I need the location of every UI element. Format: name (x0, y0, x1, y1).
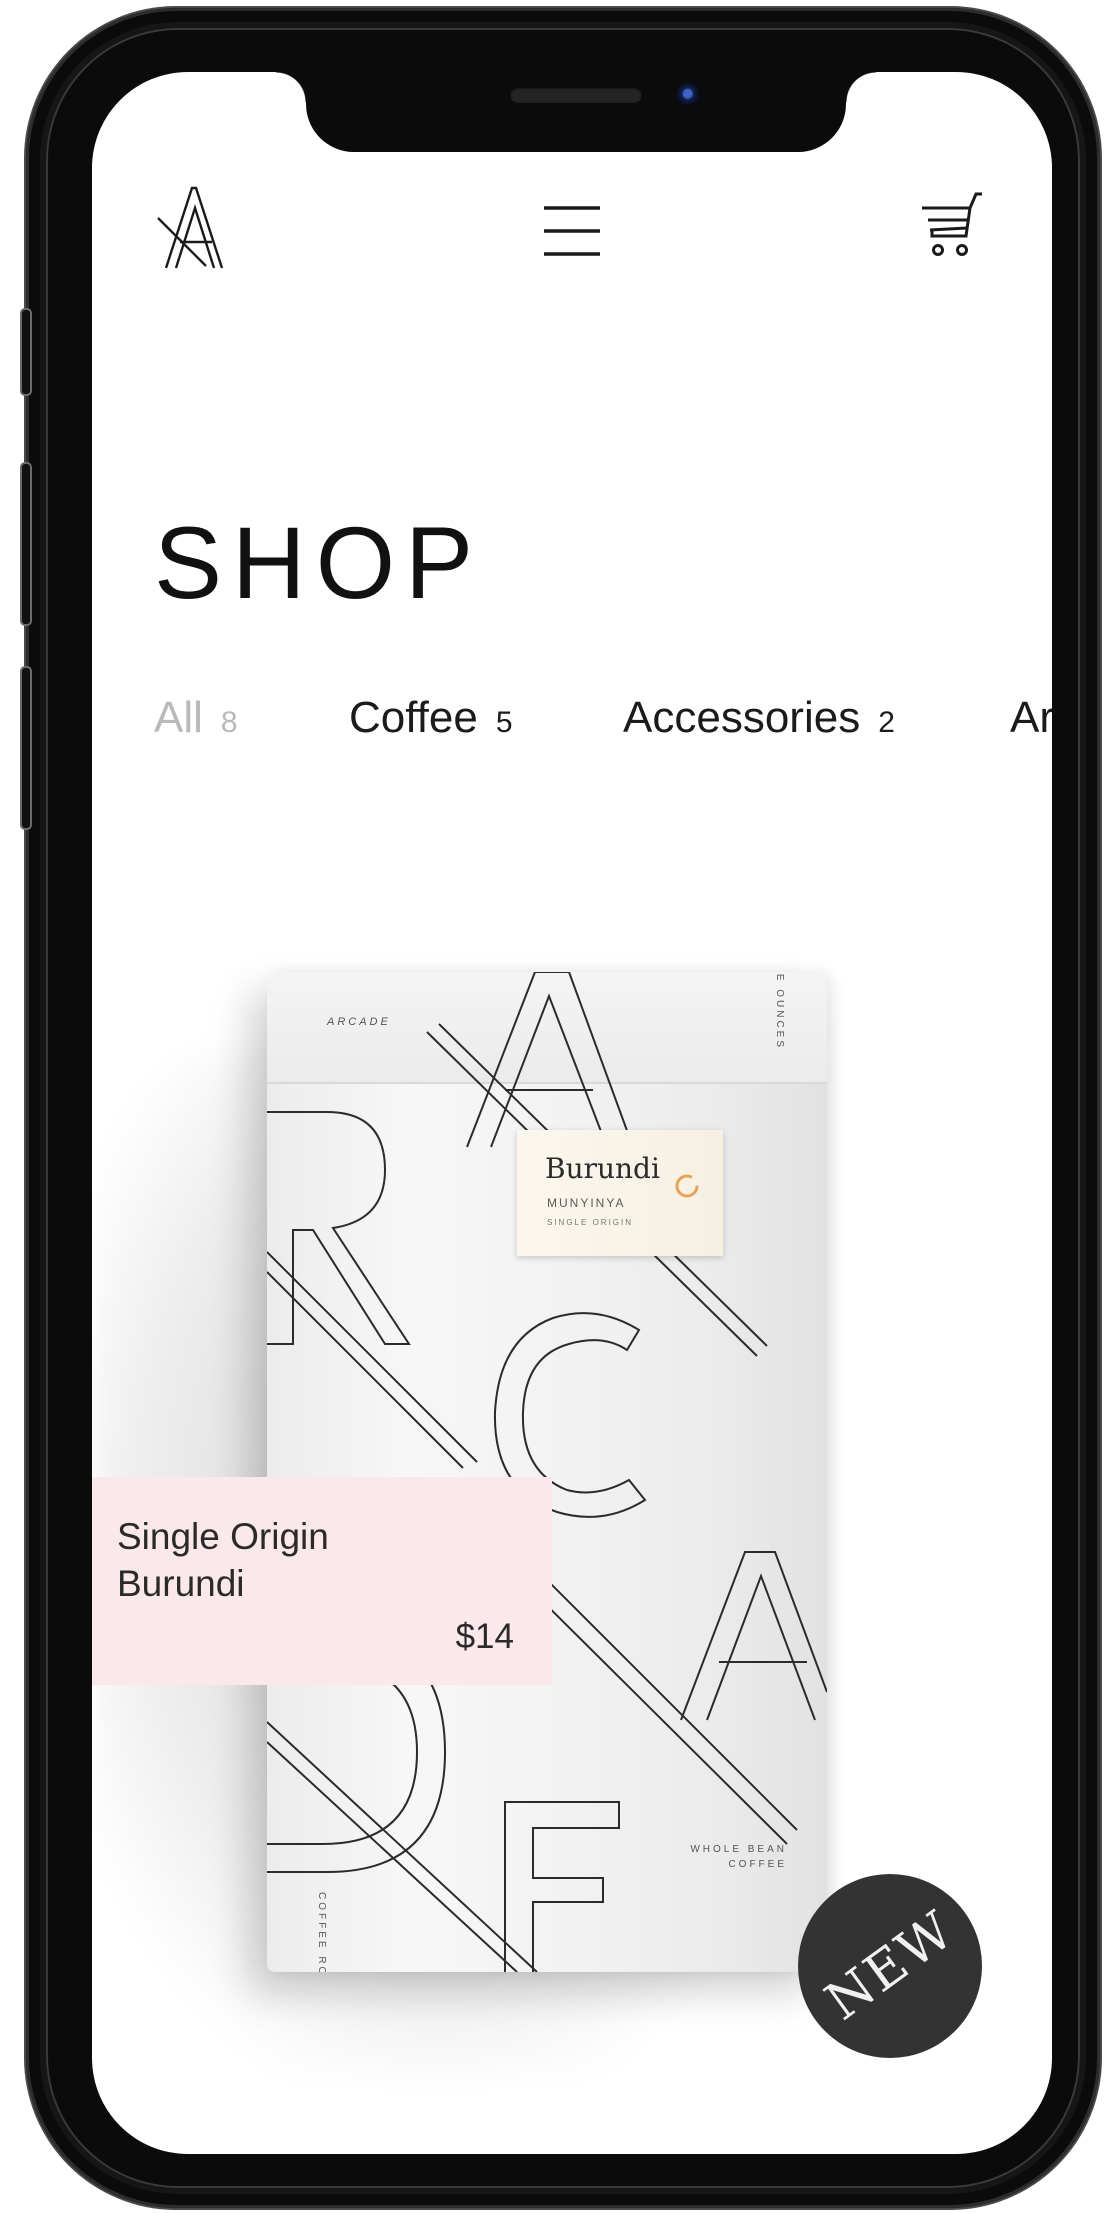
tab-count: 8 (220, 706, 238, 739)
tab-accessories[interactable]: Accessories 2 (623, 696, 895, 740)
product-price: $14 (455, 1617, 514, 1656)
tab-count: 5 (495, 706, 513, 739)
tab-coffee[interactable]: Coffee 5 (349, 696, 513, 740)
page-title: SHOP (154, 506, 484, 620)
tab-label: Coffee (349, 693, 478, 742)
app-screen: SHOP All 8 Coffee 5 Accessories 2 Ar ARC… (92, 72, 1052, 2154)
shopping-cart-icon[interactable] (920, 190, 984, 260)
new-badge-label: NEW (814, 1899, 966, 2033)
coffee-bag-image: ARCADE TWELVE OUNCES COFFEE ROASTERS WHO… (267, 972, 827, 1972)
tab-label: All (154, 693, 203, 742)
category-tabs: All 8 Coffee 5 Accessories 2 Ar (154, 696, 1052, 756)
product-name-line1: Single Origin (117, 1516, 329, 1557)
bag-whole-bean-line: WHOLE BEAN (690, 1844, 787, 1855)
product-name-line2: Burundi (117, 1563, 245, 1604)
bag-roasters-text: COFFEE ROASTERS (316, 1892, 327, 1972)
arcade-logo-icon[interactable] (154, 180, 234, 272)
label-ring-icon (675, 1174, 699, 1198)
bag-label-origin: MUNYINYA (547, 1196, 626, 1210)
bag-weight-text: TWELVE OUNCES (774, 972, 785, 1050)
bag-origin-label: Burundi MUNYINYA SINGLE ORIGIN (517, 1130, 723, 1256)
mute-switch (20, 308, 32, 396)
tab-partial-next[interactable]: Ar (1010, 696, 1052, 740)
tab-all[interactable]: All 8 (154, 696, 238, 740)
new-badge: NEW (798, 1874, 982, 2058)
tab-label: Accessories (623, 693, 861, 742)
volume-down-button (20, 666, 32, 830)
hamburger-menu-icon[interactable] (540, 200, 604, 262)
tab-count: 2 (878, 706, 895, 739)
speaker-grille (510, 87, 642, 103)
bag-label-name: Burundi (545, 1152, 660, 1185)
bag-whole-bean-text: WHOLE BEAN COFFEE (690, 1842, 787, 1872)
tab-label: Ar (1010, 693, 1052, 742)
device-notch (276, 72, 876, 152)
bag-letter-art (267, 972, 827, 1972)
volume-up-button (20, 462, 32, 626)
product-card[interactable]: ARCADE TWELVE OUNCES COFFEE ROASTERS WHO… (92, 972, 1052, 2152)
product-info-card[interactable]: Single Origin Burundi $14 (92, 1477, 552, 1685)
bag-label-type: SINGLE ORIGIN (547, 1218, 634, 1227)
product-name: Single Origin Burundi (117, 1513, 329, 1607)
bag-brand-text: ARCADE (327, 1016, 391, 1028)
bag-whole-bean-line: COFFEE (728, 1859, 787, 1870)
front-camera (676, 82, 702, 108)
